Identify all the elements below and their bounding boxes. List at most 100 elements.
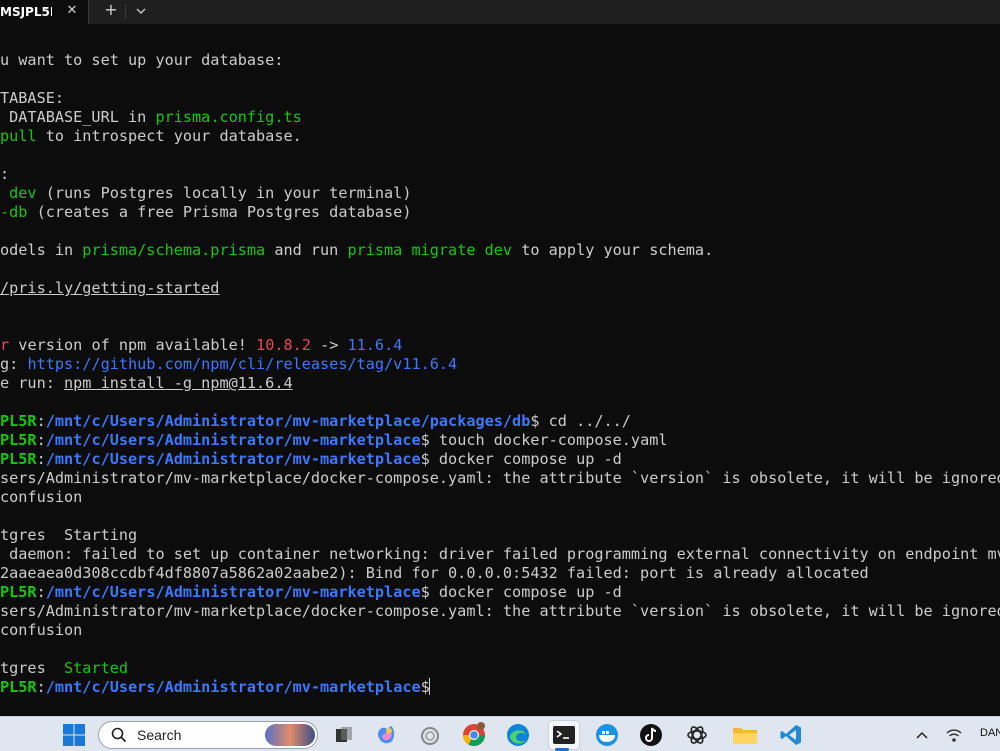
terminal-text-segment: $ docker compose up -d (420, 450, 622, 468)
edge-icon[interactable] (504, 721, 532, 749)
terminal-line: PL5R:/mnt/c/Users/Administrator/mv-marke… (0, 412, 631, 431)
terminal-text-segment: PL5R (0, 450, 37, 468)
terminal-text-segment: $ cd ../../ (530, 412, 631, 430)
terminal-line: /pris.ly/getting-started (0, 279, 219, 298)
terminal-text-segment: 11.6.4 (347, 336, 403, 354)
terminal-text-segment: /mnt/c/Users/Administrator/mv-marketplac… (45, 450, 421, 468)
terminal-text-segment: https://github.com/npm/cli/releases/tag/… (27, 355, 458, 373)
terminal-text-segment: -db (0, 203, 28, 221)
terminal-line: PL5R:/mnt/c/Users/Administrator/mv-marke… (0, 450, 622, 469)
terminal-text-segment: confusion (0, 621, 83, 639)
terminal-line: PL5R:/mnt/c/Users/Administrator/mv-marke… (0, 431, 668, 450)
terminal-text-segment: : (36, 431, 46, 449)
terminal-text-segment: dev (0, 184, 37, 202)
terminal-text-segment: and run (265, 241, 348, 259)
terminal-text-segment: tgres Starting (0, 526, 138, 544)
chrome-icon[interactable] (460, 721, 488, 749)
terminal-line: -db (creates a free Prisma Postgres data… (0, 203, 411, 222)
terminal-text-segment: confusion (0, 488, 83, 506)
terminal-text-segment: pull (0, 127, 37, 145)
terminal-text-segment: Started (64, 659, 129, 677)
terminal-text-segment: PL5R (0, 678, 37, 696)
file-explorer-icon[interactable] (731, 721, 759, 749)
terminal-line: : (0, 165, 9, 184)
search-icon (111, 727, 127, 743)
terminal-text-segment: $ touch docker-compose.yaml (420, 431, 668, 449)
terminal-icon[interactable] (548, 720, 580, 750)
terminal-text-segment: DATABASE_URL in (0, 108, 156, 126)
terminal-text-segment: to introspect your database. (36, 127, 302, 145)
terminal-text-segment: : (36, 450, 46, 468)
docker-icon[interactable] (593, 721, 621, 749)
vscode-icon[interactable] (777, 721, 805, 749)
terminal-line: 2aaeaea0d308ccdbf4df8807a5862a02aabe2): … (0, 564, 869, 583)
terminal-text-segment: 10.8.2 (256, 336, 311, 354)
terminal-text-segment: : (36, 583, 46, 601)
taskbar: Search DAN (0, 716, 1000, 751)
chevron-down-icon (136, 8, 146, 14)
tab-bar: MSJPL5R ✕ + (0, 0, 1000, 24)
terminal-text-segment: prisma/schema.prisma (82, 241, 266, 259)
terminal-text-segment: (runs Postgres locally in your terminal) (36, 184, 412, 202)
tab-divider (125, 4, 126, 19)
terminal-text-segment: e run: (0, 374, 65, 392)
terminal-text-segment: /mnt/c/Users/Administrator/mv-marketplac… (45, 583, 421, 601)
task-view-icon[interactable] (330, 721, 358, 749)
terminal-line: pull to introspect your database. (0, 127, 302, 146)
terminal-text-segment: /pris.ly/getting-started (0, 279, 220, 297)
windows-start-icon[interactable] (60, 721, 88, 749)
terminal-line: e run: npm install -g npm@11.6.4 (0, 374, 293, 393)
terminal-text-segment: npm install -g npm@11.6.4 (64, 374, 293, 392)
terminal-text-segment: PL5R (0, 412, 37, 430)
terminal-line: confusion (0, 621, 82, 640)
terminal-text-segment: : (36, 678, 46, 696)
terminal-line: dev (runs Postgres locally in your termi… (0, 184, 411, 203)
terminal-text-segment: : (0, 165, 10, 183)
terminal-text-segment: TABASE: (0, 89, 65, 107)
terminal-text-segment: $ docker compose up -d (420, 583, 622, 601)
terminal-text-segment: version of npm available! (9, 336, 257, 354)
terminal-output[interactable]: u want to set up your database: TABASE: D… (0, 24, 1000, 716)
taskbar-search-box[interactable]: Search (98, 721, 318, 749)
tab-terminal[interactable]: MSJPL5R ✕ (0, 0, 89, 24)
search-label: Search (137, 727, 182, 743)
chatgpt-icon[interactable] (683, 721, 711, 749)
network-icon[interactable] (940, 721, 968, 749)
copilot-icon[interactable] (372, 721, 400, 749)
terminal-text-segment: u want to set up your database: (0, 51, 284, 69)
terminal-text-segment: daemon: failed to set up container netwo… (0, 545, 1000, 563)
terminal-line: PL5R:/mnt/c/Users/Administrator/mv-marke… (0, 678, 439, 697)
terminal-text-segment: prisma migrate dev (347, 241, 513, 259)
terminal-line: DATABASE_URL in prisma.config.ts (0, 108, 302, 127)
tab-close-button[interactable]: ✕ (64, 0, 80, 24)
terminal-text-segment: sers/Administrator/mv-marketplace/docker… (0, 469, 1000, 487)
terminal-text-segment: g: (0, 355, 28, 373)
widgets-icon[interactable] (416, 721, 444, 749)
terminal-text-segment: PL5R (0, 431, 37, 449)
terminal-line: r version of npm available! 10.8.2 -> 11… (0, 336, 402, 355)
terminal-line: sers/Administrator/mv-marketplace/docker… (0, 469, 1000, 488)
terminal-text-segment: tgres (0, 659, 65, 677)
terminal-text-segment: r (0, 336, 10, 354)
terminal-line: confusion (0, 488, 82, 507)
terminal-line: odels in prisma/schema.prisma and run pr… (0, 241, 713, 260)
new-tab-button[interactable]: + (100, 0, 122, 22)
tab-title: MSJPL5R (0, 5, 52, 19)
tray-user-label: DAN (980, 727, 1000, 739)
terminal-text-segment: /mnt/c/Users/Administrator/mv-marketplac… (45, 431, 421, 449)
terminal-line: PL5R:/mnt/c/Users/Administrator/mv-marke… (0, 583, 622, 602)
terminal-line: sers/Administrator/mv-marketplace/docker… (0, 602, 1000, 621)
tray-chevron-icon[interactable] (908, 721, 936, 749)
terminal-text-segment: : (36, 412, 46, 430)
terminal-text-segment: 2aaeaea0d308ccdbf4df8807a5862a02aabe2): … (0, 564, 869, 582)
terminal-text-segment: /mnt/c/Users/Administrator/mv-marketplac… (45, 678, 421, 696)
terminal-line: u want to set up your database: (0, 51, 283, 70)
terminal-line: daemon: failed to set up container netwo… (0, 545, 1000, 564)
tab-dropdown-button[interactable] (130, 0, 152, 22)
search-highlight-image (265, 724, 315, 746)
terminal-line: tgres Started (0, 659, 128, 678)
tiktok-icon[interactable] (637, 721, 665, 749)
terminal-text-segment: /mnt/c/Users/Administrator/mv-marketplac… (45, 412, 531, 430)
text-cursor (429, 678, 430, 695)
terminal-line: g: https://github.com/npm/cli/releases/t… (0, 355, 457, 374)
